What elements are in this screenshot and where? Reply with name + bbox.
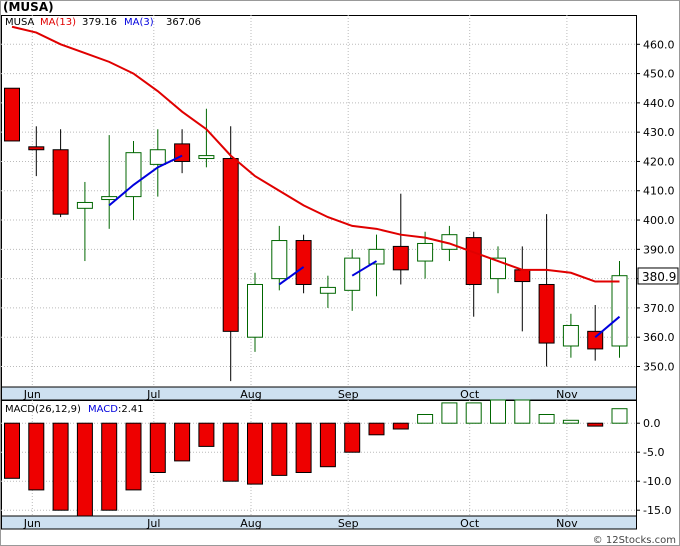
macd-bar (392, 422, 409, 430)
macd-legend-name: MACD (88, 404, 118, 415)
candle-body (76, 201, 93, 209)
price-ytick-label: 370.0 (643, 302, 675, 315)
price-legend-name: MA(13) (40, 17, 76, 28)
chart-root: 350.0360.0370.0380.0390.0400.0410.0420.0… (0, 0, 680, 546)
candle-body (417, 242, 434, 262)
candle-body (149, 149, 166, 165)
macd-bar (174, 422, 191, 462)
watermark: © 12Stocks.com (593, 535, 676, 546)
macd-bar (465, 402, 482, 424)
candle-body (538, 283, 555, 344)
candle-body (611, 275, 628, 347)
price-ytick-label: 420.0 (643, 155, 675, 168)
macd-bar (247, 422, 263, 485)
price-ytick-label: 410.0 (643, 185, 675, 198)
macd-bar (611, 408, 628, 424)
macd-month-label: Aug (240, 517, 261, 530)
macd-ytick-label: -15.0 (643, 504, 671, 517)
stock-chart: 350.0360.0370.0380.0390.0400.0410.0420.0… (0, 0, 680, 546)
macd-legend-value: :2.41 (118, 404, 144, 415)
macd-bar (490, 399, 506, 424)
candle-body (344, 257, 361, 291)
macd-bar (125, 422, 142, 491)
candle-body (222, 158, 239, 332)
macd-bar (52, 422, 69, 511)
price-ytick-label: 450.0 (643, 68, 675, 81)
price-ytick-label: 430.0 (643, 126, 675, 139)
price-legend-value: 367.06 (166, 17, 201, 28)
macd-bar (368, 422, 385, 436)
candle-body (28, 146, 45, 151)
macd-bar (101, 422, 118, 511)
macd-title: MACD(26,12,9) (5, 404, 81, 415)
price-ytick-label: 460.0 (643, 38, 675, 51)
macd-bar (271, 422, 288, 476)
candle-body (4, 87, 20, 142)
price-month-axis-strip (1, 386, 637, 401)
price-legend-name: MA(3) (124, 17, 154, 28)
price-month-label: Nov (556, 388, 578, 401)
price-month-label: Sep (338, 388, 359, 401)
macd-month-label: Jul (146, 517, 160, 530)
price-month-label: Oct (460, 388, 480, 401)
macd-ytick-label: -10.0 (643, 475, 671, 488)
price-ytick-label: 360.0 (643, 331, 675, 344)
price-ticker-label: MUSA (5, 17, 34, 28)
price-ytick-label: 440.0 (643, 97, 675, 110)
candle-body (514, 269, 531, 283)
price-ytick-label: 350.0 (643, 360, 675, 373)
macd-bar (149, 422, 166, 474)
candle-body (295, 240, 312, 285)
macd-bar (562, 419, 579, 424)
macd-bar (441, 402, 458, 424)
price-legend-value: 379.16 (82, 17, 117, 28)
last-price-label: 380.9 (642, 270, 676, 284)
price-month-label: Jul (146, 388, 160, 401)
candle-body (247, 283, 263, 338)
macd-bar (28, 422, 45, 491)
macd-bar (514, 399, 531, 424)
candle-body (465, 237, 482, 285)
macd-bar (344, 422, 361, 453)
macd-bar (538, 414, 555, 424)
candle-body (392, 245, 409, 271)
price-month-label: Aug (240, 388, 261, 401)
macd-month-label: Oct (460, 517, 480, 530)
macd-bar (4, 422, 20, 479)
candle-body (319, 286, 336, 294)
candle-body (562, 324, 579, 347)
macd-ytick-label: -5.0 (643, 446, 664, 459)
macd-bar (76, 422, 93, 517)
candle-body (52, 149, 69, 215)
macd-bar (587, 422, 604, 427)
price-month-label: Jun (23, 388, 41, 401)
macd-month-label: Nov (556, 517, 578, 530)
macd-month-label: Sep (338, 517, 359, 530)
macd-bar (222, 422, 239, 482)
macd-bar (319, 422, 336, 468)
price-ytick-label: 400.0 (643, 214, 675, 227)
macd-month-axis-strip (1, 515, 637, 530)
macd-bar (295, 422, 312, 474)
price-ytick-label: 390.0 (643, 243, 675, 256)
candle-body (271, 240, 288, 280)
candle-body (198, 155, 215, 160)
macd-bar (417, 414, 434, 424)
macd-ytick-label: 0.0 (643, 417, 661, 430)
macd-month-label: Jun (23, 517, 41, 530)
macd-bar (198, 422, 215, 447)
chart-title: (MUSA) (3, 0, 54, 14)
candle-body (101, 196, 118, 201)
